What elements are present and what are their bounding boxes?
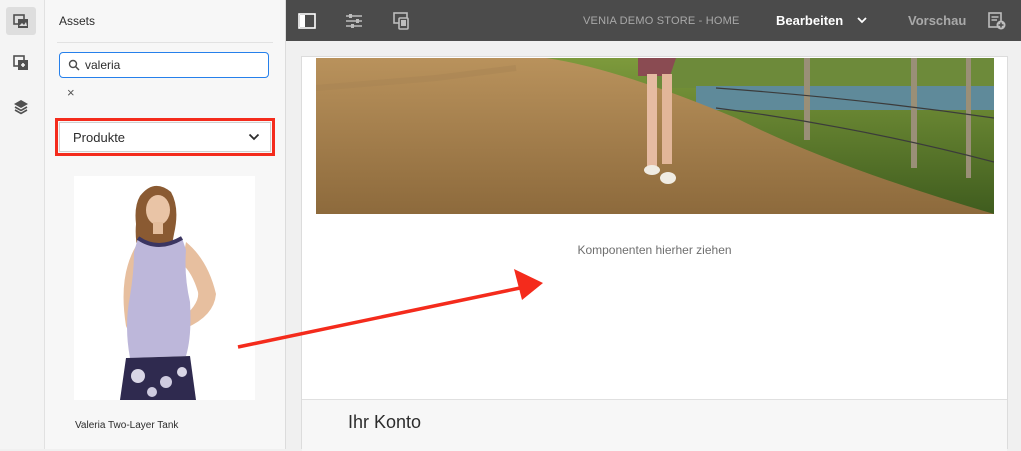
page-title: VENIA DEMO STORE - HOME <box>583 15 740 27</box>
chevron-down-icon[interactable] <box>856 14 868 26</box>
asset-type-selected: Produkte <box>73 129 126 145</box>
divider <box>57 42 273 43</box>
side-rail <box>0 0 45 449</box>
toggle-side-panel-icon[interactable] <box>298 12 316 30</box>
assets-rail-button[interactable] <box>6 7 36 35</box>
editor-toolbar: VENIA DEMO STORE - HOME Bearbeiten Vorsc… <box>286 0 1021 41</box>
content-tree-icon <box>14 100 28 115</box>
drop-zone[interactable]: Komponenten hierher ziehen <box>302 214 1007 399</box>
asset-search-field[interactable]: valeria <box>59 52 269 78</box>
mode-selector[interactable]: Bearbeiten <box>776 13 843 28</box>
assets-panel: Assets valeria × Produkte Valeria Two-La… <box>45 0 286 449</box>
assets-icon <box>13 14 28 28</box>
components-icon <box>13 55 28 70</box>
account-section: Ihr Konto <box>302 399 1007 451</box>
page-canvas: Komponenten hierher ziehen Ihr Konto <box>301 56 1008 451</box>
account-heading: Ihr Konto <box>348 412 422 432</box>
emulator-icon[interactable] <box>392 12 410 30</box>
product-image <box>74 176 255 400</box>
asset-type-dropdown[interactable]: Produkte <box>59 122 271 152</box>
content-tree-rail-button[interactable] <box>6 93 36 121</box>
annotations-icon[interactable] <box>988 12 1006 30</box>
preview-button[interactable]: Vorschau <box>908 13 966 28</box>
chevron-down-icon <box>248 133 260 141</box>
hero-image <box>316 58 994 214</box>
panel-title: Assets <box>59 14 96 28</box>
search-input-value[interactable]: valeria <box>85 58 120 72</box>
components-rail-button[interactable] <box>6 49 36 77</box>
search-icon <box>68 59 80 71</box>
page-properties-icon[interactable] <box>345 12 363 30</box>
asset-name-label: Valeria Two-Layer Tank <box>75 420 179 431</box>
asset-thumbnail[interactable] <box>74 176 255 400</box>
drop-zone-label: Komponenten hierher ziehen <box>577 243 732 257</box>
hero-banner-image[interactable] <box>316 58 994 214</box>
clear-search-icon[interactable]: × <box>67 86 75 100</box>
